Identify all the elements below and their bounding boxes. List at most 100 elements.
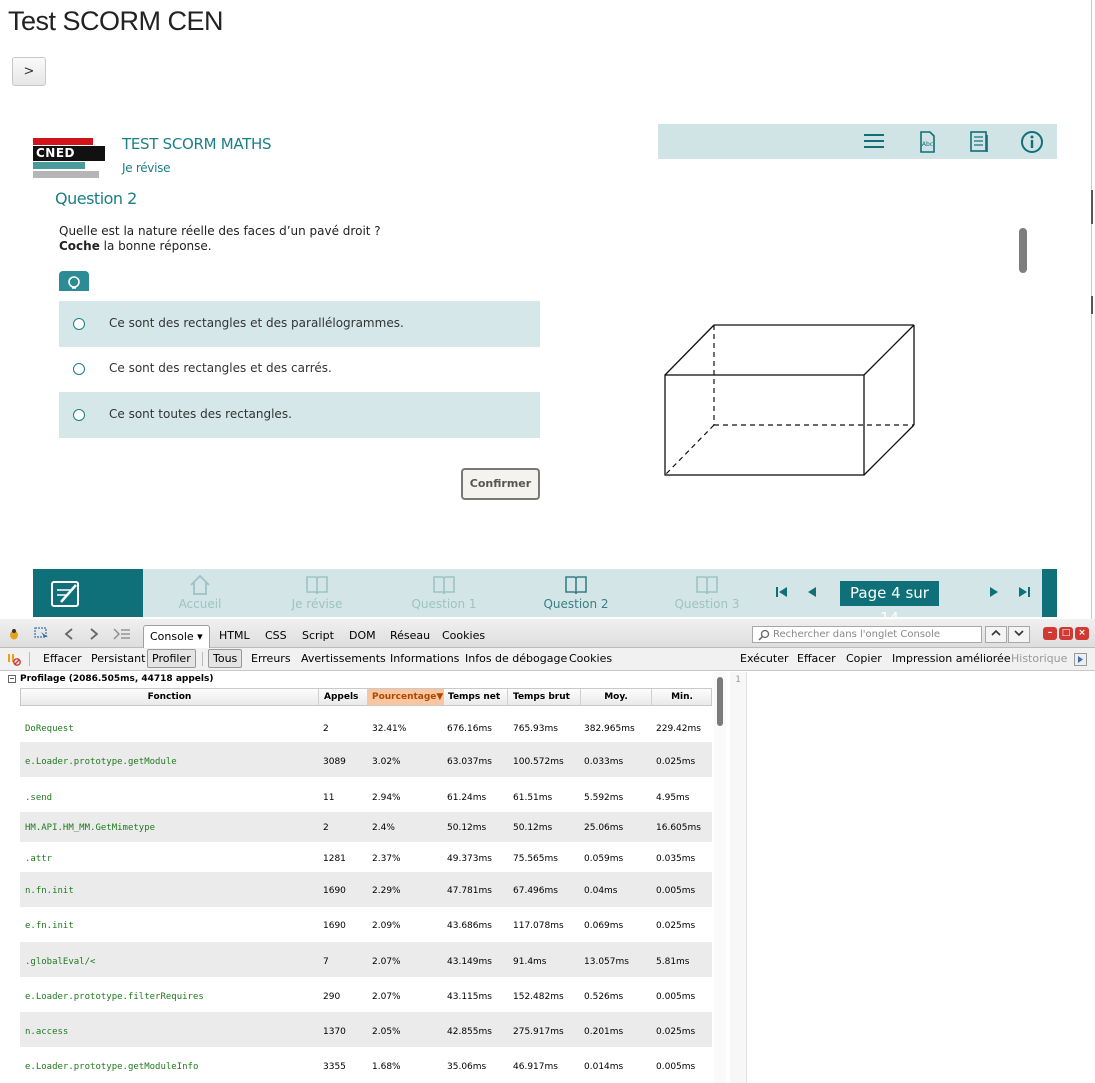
search-next-button[interactable] (1008, 626, 1030, 643)
filter-errors-button[interactable]: Erreurs (251, 652, 291, 665)
answer-option[interactable]: Ce sont des rectangles et des parallélog… (59, 301, 540, 347)
nav-item-je-revise[interactable]: Je révise (257, 573, 377, 617)
profile-scrollbar-track[interactable] (714, 672, 726, 1083)
nav-item-question-2[interactable]: Question 2 (516, 573, 636, 617)
function-name-link[interactable]: DoRequest (25, 724, 74, 734)
clear-button[interactable]: Effacer (43, 652, 82, 665)
column-header[interactable]: Moy. (581, 689, 652, 705)
radio-button[interactable] (73, 318, 85, 330)
search-icon (758, 629, 770, 641)
function-name-link[interactable]: HM.API.HM_MM.GetMimetype (25, 823, 155, 833)
profile-row[interactable]: e.Loader.prototype.getModule 3089 3.02% 63.… (20, 742, 712, 777)
run-button[interactable]: Exécuter (740, 652, 789, 665)
expand-arrow-icon[interactable] (1074, 653, 1087, 666)
tab-html[interactable]: HTML (219, 629, 250, 642)
firebug-icon[interactable] (8, 628, 20, 640)
answer-option[interactable]: Ce sont des rectangles et des carrés. (59, 346, 540, 392)
clear-command-button[interactable]: Effacer (797, 652, 836, 665)
profile-row[interactable]: DoRequest 2 32.41% 676.16ms 765.93ms 382.965m… (20, 708, 712, 743)
confirm-button[interactable]: Confirmer (461, 468, 540, 500)
break-on-error-icon[interactable] (7, 653, 21, 666)
tab-reseau[interactable]: Réseau (390, 629, 430, 642)
column-header[interactable]: Min. (652, 689, 712, 705)
detach-icon[interactable]: □ (1059, 627, 1073, 640)
back-icon[interactable] (64, 628, 74, 640)
copy-button[interactable]: Copier (846, 652, 882, 665)
function-name-link[interactable]: e.Loader.prototype.getModuleInfo (25, 1062, 198, 1072)
menu-icon[interactable] (862, 130, 886, 154)
filter-all-button[interactable]: Tous (208, 649, 243, 668)
info-icon[interactable] (1020, 130, 1044, 154)
function-name-link[interactable]: .globalEval/< (25, 957, 95, 967)
profile-row[interactable]: e.Loader.prototype.getModuleInfo 3355 1.68… (20, 1047, 712, 1082)
function-name-link[interactable]: e.Loader.prototype.filterRequires (25, 992, 204, 1002)
pretty-print-button[interactable]: Impression améliorée (892, 652, 1011, 665)
nav-item-question-3[interactable]: Question 3 (647, 573, 767, 617)
column-header[interactable]: Temps net (444, 689, 508, 705)
search-previous-button[interactable] (985, 626, 1007, 643)
filter-cookies-button[interactable]: Cookies (569, 652, 612, 665)
profile-row[interactable]: .attr 1281 2.37% 49.373ms 75.565ms 0.059ms 0.0… (20, 842, 712, 872)
edit-note-icon (51, 581, 79, 607)
profile-scrollbar-thumb[interactable] (717, 677, 723, 726)
forward-icon[interactable] (89, 628, 99, 640)
column-header[interactable]: Temps brut (508, 689, 581, 705)
profile-row[interactable]: e.fn.init 1690 2.09% 43.686ms 117.078ms 0.069… (20, 907, 712, 942)
profile-row[interactable]: n.access 1370 2.05% 42.855ms 275.917ms 0.201m… (20, 1012, 712, 1047)
tab-dom[interactable]: DOM (349, 629, 376, 642)
function-name-link[interactable]: e.fn.init (25, 921, 74, 931)
nav-item-question-1[interactable]: Question 1 (384, 573, 504, 617)
first-page-icon[interactable] (775, 585, 789, 599)
history-button[interactable]: Historique (1011, 652, 1067, 665)
column-header[interactable]: Appels (319, 689, 368, 705)
filter-debug-button[interactable]: Infos de débogage (465, 652, 567, 665)
profile-cell: 2.94% (372, 793, 401, 803)
inspect-icon[interactable] (34, 627, 50, 641)
nav-item-accueil[interactable]: Accueil (140, 573, 260, 617)
filter-info-button[interactable]: Informations (390, 652, 459, 665)
function-name-link[interactable]: .attr (25, 854, 52, 864)
glossary-icon[interactable]: Abc (915, 130, 939, 154)
radio-button[interactable] (73, 363, 85, 375)
toggle-toc-button[interactable]: > (12, 57, 46, 86)
profile-cell: 290 (323, 992, 341, 1002)
close-icon[interactable]: × (1075, 627, 1089, 640)
console-search-input[interactable]: Rechercher dans l'onglet Console (752, 626, 982, 643)
profile-row[interactable]: .send 11 2.94% 61.24ms 61.51ms 5.592ms 4.95ms (20, 778, 712, 812)
function-name-link[interactable]: .send (25, 793, 52, 803)
profile-row[interactable]: .globalEval/< 7 2.07% 43.149ms 91.4ms 13.057m… (20, 942, 712, 977)
radio-button[interactable] (73, 409, 85, 421)
persist-button[interactable]: Persistant (91, 652, 145, 665)
function-name-link[interactable]: e.Loader.prototype.getModule (25, 757, 177, 767)
profile-cell: 152.482ms (513, 992, 564, 1002)
command-editor[interactable] (730, 672, 1095, 1083)
filter-warnings-button[interactable]: Avertissements (301, 652, 386, 665)
column-header[interactable]: Fonction (21, 689, 319, 705)
answer-option[interactable]: Ce sont toutes des rectangles. (59, 392, 540, 438)
previous-page-icon[interactable] (805, 585, 819, 599)
notes-menu-button[interactable] (33, 569, 143, 617)
chevron-up-icon (991, 629, 1001, 636)
profile-row[interactable]: e.Loader.prototype.filterRequires 290 2.07… (20, 977, 712, 1012)
profile-row[interactable]: HM.API.HM_MM.GetMimetype 2 2.4% 50.12ms 50.1… (20, 812, 712, 842)
last-page-icon[interactable] (1017, 585, 1031, 599)
tab-cookies[interactable]: Cookies (442, 629, 485, 642)
chevron-down-icon[interactable]: ▾ (197, 630, 203, 643)
tab-css[interactable]: CSS (265, 629, 287, 642)
column-header-sorted[interactable]: Pourcentage▼ (368, 689, 444, 705)
profile-cell: 0.526ms (584, 992, 624, 1002)
profile-cell: 0.035ms (656, 854, 696, 864)
panel-list-icon[interactable] (113, 628, 131, 640)
profiler-button[interactable]: Profiler (147, 649, 196, 668)
minimize-icon[interactable]: – (1043, 627, 1057, 640)
profile-cell: 229.42ms (656, 724, 701, 734)
hint-lightbulb-icon[interactable] (59, 271, 89, 291)
profile-row[interactable]: n.fn.init 1690 2.29% 47.781ms 67.496ms 0.04ms… (20, 872, 712, 907)
next-page-icon[interactable] (987, 585, 1001, 599)
content-scrollbar[interactable] (1019, 228, 1027, 273)
tab-console[interactable]: Console ▾ (143, 625, 210, 649)
notebook-icon[interactable] (967, 130, 991, 154)
tab-script[interactable]: Script (302, 629, 334, 642)
function-name-link[interactable]: n.fn.init (25, 886, 74, 896)
function-name-link[interactable]: n.access (25, 1027, 68, 1037)
